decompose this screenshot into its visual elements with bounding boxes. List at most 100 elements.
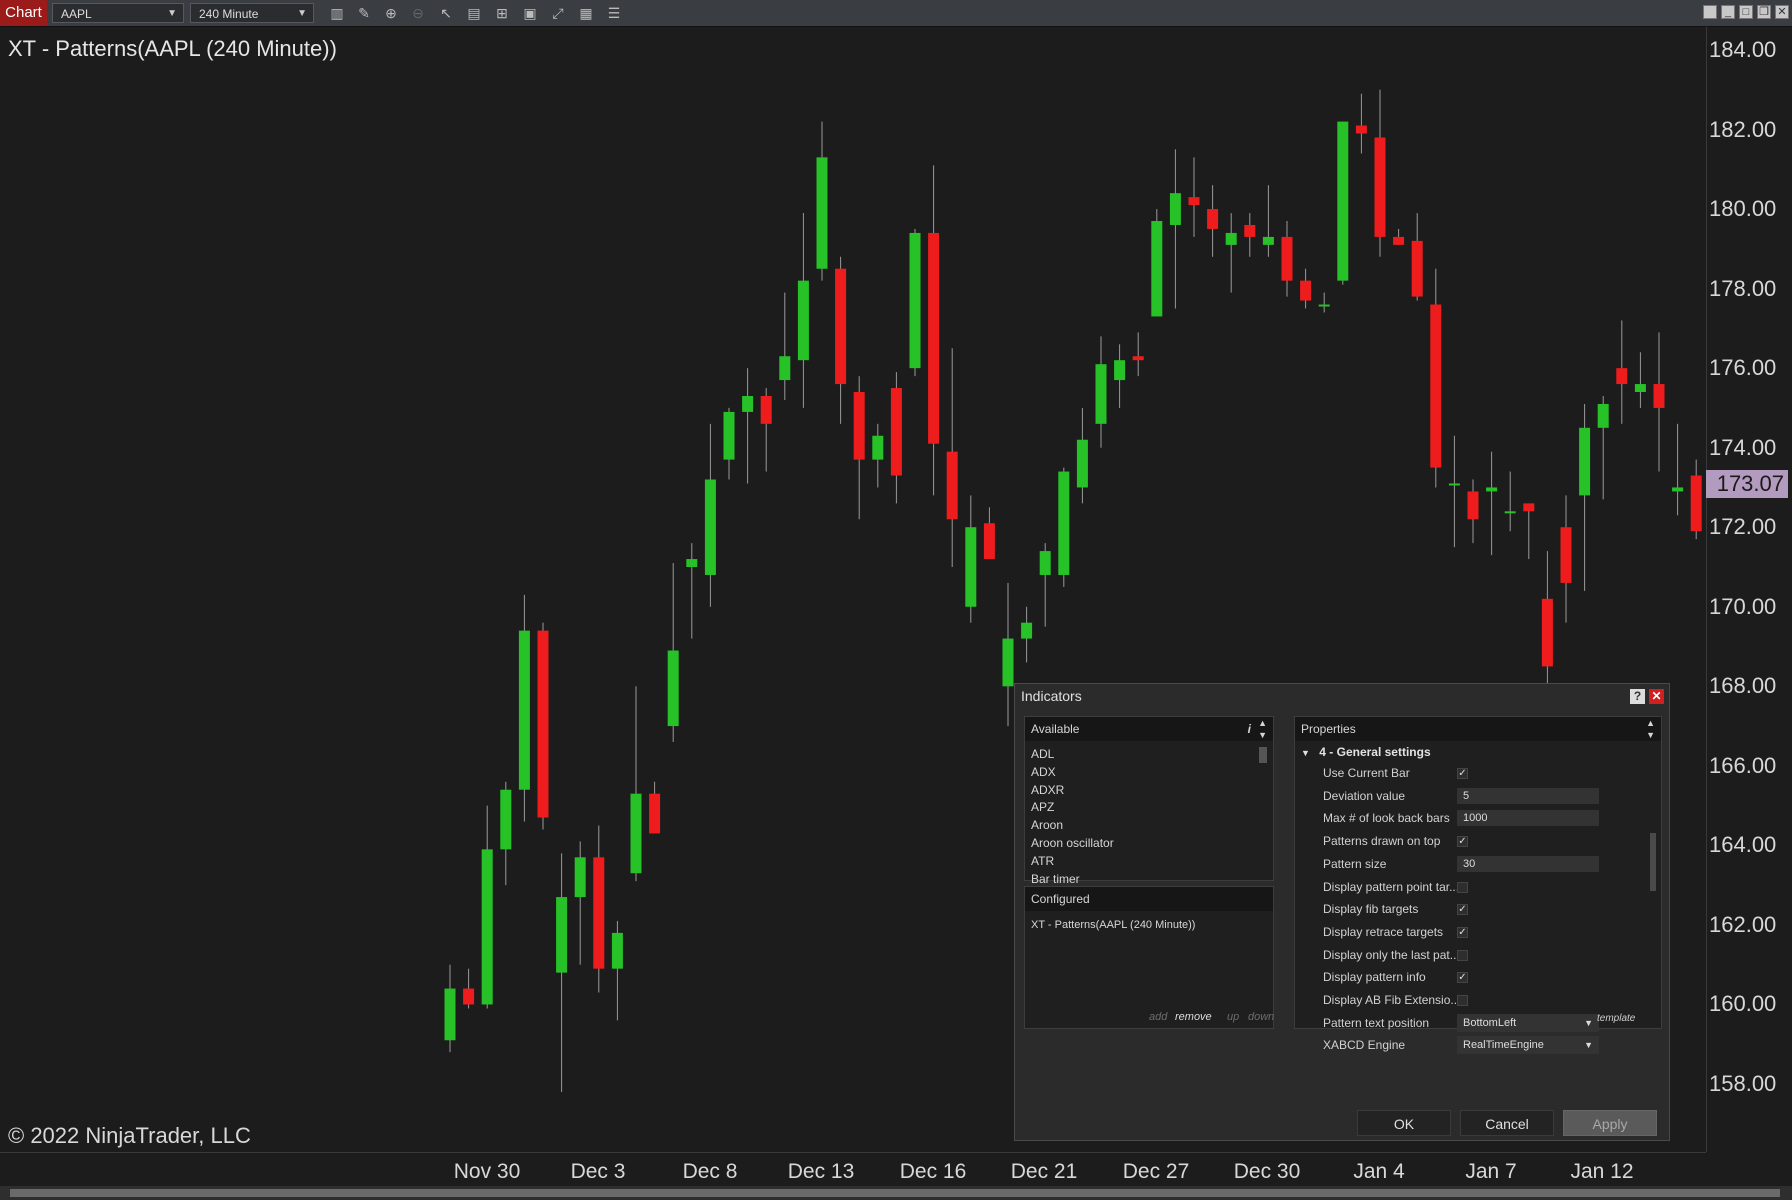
candle-body bbox=[1560, 527, 1572, 583]
candle bbox=[1021, 606, 1033, 663]
candle bbox=[444, 964, 456, 1053]
up-link[interactable]: up bbox=[1227, 1011, 1239, 1023]
candle bbox=[1504, 471, 1516, 532]
property-dropdown[interactable]: RealTimeEngine ▼ bbox=[1457, 1036, 1599, 1055]
property-checkbox[interactable] bbox=[1457, 949, 1468, 961]
property-checkbox[interactable]: ✓ bbox=[1457, 768, 1468, 779]
candle-body bbox=[463, 988, 475, 1005]
property-label: Deviation value bbox=[1323, 788, 1406, 803]
candle bbox=[1058, 467, 1070, 587]
property-input[interactable]: 5 bbox=[1457, 787, 1599, 804]
property-input[interactable]: 30 bbox=[1457, 855, 1599, 872]
candle bbox=[1541, 551, 1553, 687]
scroll-arrows-icon[interactable]: ▲ ▼ bbox=[1258, 717, 1267, 741]
candle-body bbox=[593, 857, 605, 969]
property-checkbox[interactable]: ✓ bbox=[1457, 972, 1468, 984]
template-link[interactable]: template bbox=[1597, 1013, 1635, 1024]
candle-body bbox=[890, 388, 902, 476]
apply-button[interactable]: Apply bbox=[1563, 1110, 1657, 1136]
candle-body bbox=[1541, 598, 1553, 667]
available-list-item[interactable]: ADXR bbox=[1031, 783, 1064, 797]
candle bbox=[1690, 459, 1702, 540]
available-list-item[interactable]: ADL bbox=[1031, 747, 1054, 761]
price-label: 162.00 bbox=[1709, 911, 1777, 937]
chevron-down-icon: ▼ bbox=[1584, 1017, 1593, 1028]
candle bbox=[574, 841, 586, 965]
chart-title: XT - Patterns(AAPL (240 Minute)) bbox=[8, 36, 337, 61]
properties-header-label: Properties bbox=[1301, 722, 1356, 736]
property-checkbox[interactable] bbox=[1457, 881, 1468, 893]
candle bbox=[1616, 320, 1628, 424]
price-label: 176.00 bbox=[1709, 355, 1777, 381]
candle-body bbox=[1244, 224, 1256, 237]
candle-body bbox=[1374, 137, 1386, 237]
available-list-item[interactable]: APZ bbox=[1031, 800, 1054, 814]
property-dropdown-value: RealTimeEngine bbox=[1463, 1039, 1544, 1052]
section-general-settings[interactable]: ▼ 4 - General settings bbox=[1301, 745, 1431, 759]
properties-scrollbar[interactable] bbox=[1650, 833, 1656, 891]
cancel-button[interactable]: Cancel bbox=[1460, 1110, 1554, 1136]
candle-body bbox=[444, 988, 456, 1041]
scroll-arrows-icon[interactable]: ▲ ▼ bbox=[1646, 717, 1655, 741]
maximize-window-icon[interactable]: □ bbox=[1739, 5, 1753, 19]
price-label: 158.00 bbox=[1709, 1071, 1777, 1096]
candle bbox=[1169, 149, 1181, 309]
candle-body bbox=[928, 232, 940, 444]
candle-body bbox=[1486, 487, 1498, 492]
available-list-item[interactable]: ATR bbox=[1031, 854, 1054, 868]
candle bbox=[890, 372, 902, 504]
candle-body bbox=[1132, 356, 1144, 361]
candle-body bbox=[965, 527, 977, 607]
candle-body bbox=[1318, 304, 1330, 307]
available-list-item[interactable]: Bar timer bbox=[1031, 872, 1080, 886]
candle bbox=[518, 594, 530, 822]
property-checkbox[interactable]: ✓ bbox=[1457, 904, 1468, 916]
available-list-item[interactable]: Aroon oscillator bbox=[1031, 836, 1114, 850]
property-label: Display only the last pat... bbox=[1323, 947, 1460, 962]
candle bbox=[537, 622, 549, 830]
property-checkbox[interactable] bbox=[1457, 995, 1468, 1006]
candle bbox=[742, 368, 754, 484]
candle bbox=[1653, 332, 1665, 472]
candle bbox=[723, 407, 735, 480]
candle-body bbox=[779, 356, 791, 381]
info-icon[interactable]: i bbox=[1248, 717, 1251, 741]
ok-button[interactable]: OK bbox=[1357, 1110, 1451, 1136]
candle-body bbox=[853, 392, 865, 460]
candle-body bbox=[500, 789, 512, 850]
horizontal-scrollbar[interactable] bbox=[0, 1186, 1792, 1200]
down-link[interactable]: down bbox=[1248, 1011, 1274, 1023]
candle bbox=[1300, 268, 1312, 309]
minimize-window-icon[interactable]: _ bbox=[1721, 5, 1735, 19]
candle-body bbox=[537, 630, 549, 818]
chevron-down-icon: ▼ bbox=[1584, 1040, 1593, 1051]
close-window-icon[interactable]: ✕ bbox=[1775, 5, 1789, 19]
available-list-item[interactable]: Aroon bbox=[1031, 818, 1063, 832]
configured-list-item[interactable]: XT - Patterns(AAPL (240 Minute)) bbox=[1031, 919, 1195, 931]
candle bbox=[481, 805, 493, 1009]
candle bbox=[1634, 352, 1646, 408]
help-icon[interactable]: ? bbox=[1630, 689, 1645, 704]
property-checkbox[interactable]: ✓ bbox=[1457, 836, 1468, 848]
available-list-item[interactable]: ADX bbox=[1031, 765, 1056, 779]
candle-body bbox=[1002, 638, 1014, 687]
candle-body bbox=[816, 157, 828, 269]
restore-window-icon[interactable]: ❐ bbox=[1757, 5, 1771, 19]
add-link[interactable]: add bbox=[1149, 1011, 1167, 1023]
time-label: Dec 30 bbox=[1233, 1160, 1301, 1183]
candle-body bbox=[1151, 221, 1163, 317]
candle-body bbox=[1188, 197, 1200, 206]
property-checkbox[interactable]: ✓ bbox=[1457, 926, 1468, 938]
property-dropdown[interactable]: BottomLeft ▼ bbox=[1457, 1013, 1599, 1032]
candle-body bbox=[946, 451, 958, 520]
candle bbox=[1560, 495, 1572, 623]
close-icon[interactable]: ✕ bbox=[1649, 689, 1664, 704]
scrollbar-thumb[interactable] bbox=[10, 1189, 1780, 1197]
remove-link[interactable]: remove bbox=[1175, 1011, 1212, 1023]
candle bbox=[1430, 268, 1442, 488]
available-scrollbar[interactable] bbox=[1259, 747, 1267, 763]
candle bbox=[1281, 221, 1293, 297]
candle-body bbox=[742, 395, 754, 412]
property-input[interactable]: 1000 bbox=[1457, 810, 1599, 827]
candle-body bbox=[1523, 503, 1535, 512]
